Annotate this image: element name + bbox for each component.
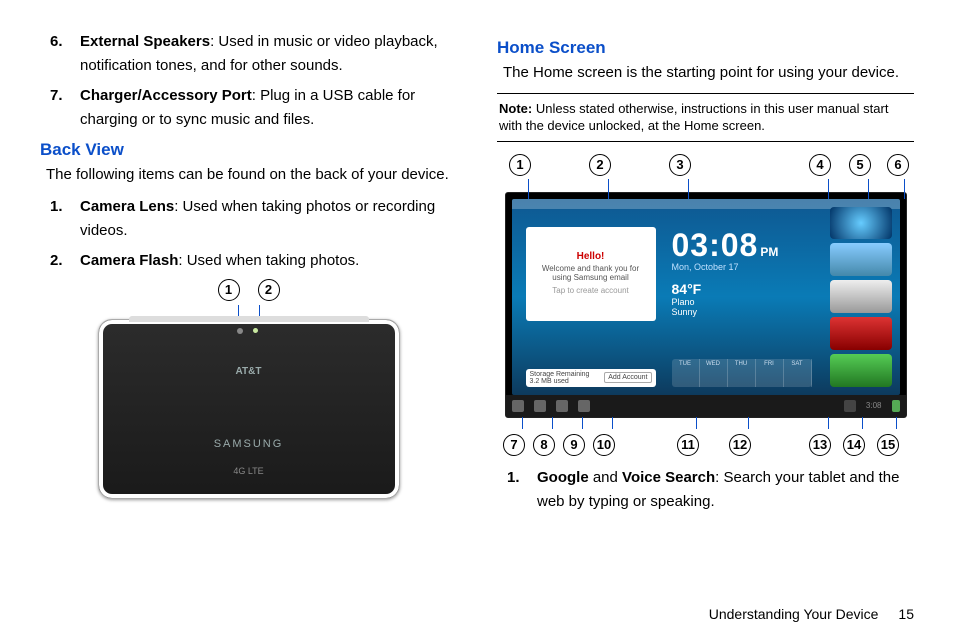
notification-icon — [844, 400, 856, 412]
recents-icon — [556, 400, 568, 412]
carrier-logo: AT&T — [236, 366, 262, 377]
battery-icon — [892, 400, 900, 412]
continued-feature-list: 6. External Speakers: Used in music or v… — [50, 30, 457, 132]
back-view-heading: Back View — [40, 140, 457, 160]
page-number: 15 — [898, 606, 914, 622]
device-screen: Hello! Welcome and thank you for using S… — [512, 199, 900, 395]
manual-page: 6. External Speakers: Used in music or v… — [0, 0, 954, 636]
callout-circle: 11 — [677, 434, 699, 456]
callout-circle: 4 — [809, 154, 831, 176]
list-item: 6. External Speakers: Used in music or v… — [50, 30, 457, 78]
tablet-back-illustration: AT&T SAMSUNG 4G LTE — [98, 319, 400, 499]
system-navbar: 3:08 — [506, 395, 906, 417]
home-screen-intro: The Home screen is the starting point fo… — [503, 62, 914, 85]
market-icon — [830, 354, 892, 387]
callout-circle: 9 — [563, 434, 585, 456]
back-view-list: 1. Camera Lens: Used when taking photos … — [50, 195, 457, 273]
camera-flash-icon — [253, 328, 258, 333]
right-column: Home Screen The Home screen is the start… — [497, 30, 914, 600]
email-widget: Hello! Welcome and thank you for using S… — [526, 227, 656, 321]
tablet-front-illustration: Hello! Welcome and thank you for using S… — [505, 192, 907, 418]
samsung-logo: SAMSUNG — [214, 438, 284, 450]
callout-circle: 3 — [669, 154, 691, 176]
list-item: 2. Camera Flash: Used when taking photos… — [50, 249, 457, 273]
list-item: 1. Google and Voice Search: Search your … — [507, 466, 914, 514]
screenshot-icon — [578, 400, 590, 412]
home-screen-heading: Home Screen — [497, 38, 914, 58]
calendar-widget: TUE WED THU FRI SAT — [672, 359, 812, 387]
callout-circle: 12 — [729, 434, 751, 456]
clock-widget: 03:08PM Mon, October 17 — [672, 227, 812, 272]
back-view-intro: The following items can be found on the … — [46, 164, 457, 187]
left-column: 6. External Speakers: Used in music or v… — [40, 30, 457, 600]
list-item: 7. Charger/Accessory Port: Plug in a USB… — [50, 84, 457, 132]
note-box: Note: Unless stated otherwise, instructi… — [497, 93, 914, 142]
callout-circle: 1 — [509, 154, 531, 176]
callout-circle: 2 — [589, 154, 611, 176]
top-callout-row: 1 2 3 4 5 6 — [497, 152, 914, 178]
callout-circle: 6 — [887, 154, 909, 176]
home-screen-list: 1. Google and Voice Search: Search your … — [507, 466, 914, 514]
callout-circle: 13 — [809, 434, 831, 456]
callout-circle: 8 — [533, 434, 555, 456]
callout-circle: 1 — [218, 279, 240, 301]
footer-section: Understanding Your Device — [709, 606, 879, 622]
weather-widget: 84°F Plano Sunny — [672, 281, 812, 317]
lte-badge: 4G LTE — [233, 466, 263, 476]
note-label: Note: — [499, 101, 532, 116]
back-icon — [512, 400, 524, 412]
note-text: Unless stated otherwise, instructions in… — [499, 101, 888, 134]
back-view-diagram: 1 2 AT&T SAMSUNG 4G LTE — [40, 279, 457, 499]
callout-circle: 14 — [843, 434, 865, 456]
home-screen-diagram: 1 2 3 4 5 6 — [497, 152, 914, 456]
callout-circle: 2 — [258, 279, 280, 301]
two-column-layout: 6. External Speakers: Used in music or v… — [40, 30, 914, 600]
camera-icon — [830, 280, 892, 313]
list-item: 1. Camera Lens: Used when taking photos … — [50, 195, 457, 243]
app-dock — [830, 207, 892, 387]
bottom-callout-row: 7 8 9 10 11 12 13 14 15 — [497, 430, 914, 456]
callout-circle: 5 — [849, 154, 871, 176]
email-icon — [830, 243, 892, 276]
home-icon — [534, 400, 546, 412]
youtube-icon — [830, 317, 892, 350]
callout-circle: 7 — [503, 434, 525, 456]
browser-icon — [830, 207, 892, 240]
camera-lens-icon — [237, 328, 243, 334]
navbar-clock: 3:08 — [866, 401, 882, 410]
page-footer: Understanding Your Device 15 — [40, 606, 914, 622]
storage-widget: Storage Remaining3.2 MB used Add Account — [526, 369, 656, 387]
callout-circle: 10 — [593, 434, 615, 456]
callout-circle: 15 — [877, 434, 899, 456]
